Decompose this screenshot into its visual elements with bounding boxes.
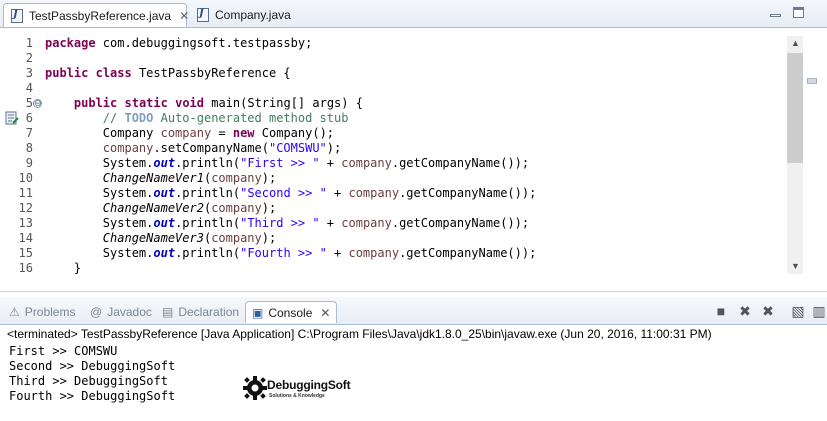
editor-tabbar: J TestPassbyReference.java ✕ J Company.j… (0, 0, 827, 28)
tab-problems[interactable]: ⚠ Problems (9, 301, 75, 323)
close-tab-icon[interactable]: ✕ (320, 306, 330, 320)
line-number: 16 (18, 261, 33, 275)
tab-testpassbyreference[interactable]: J TestPassbyReference.java ✕ (3, 3, 189, 27)
line-number: 13 (18, 216, 33, 230)
overview-marker[interactable] (807, 78, 817, 84)
view-tabbar: ⚠ Problems @ Javadoc ▤ Declaration ▣ Con… (0, 297, 827, 325)
code-line: Company company = new Company(); (45, 126, 335, 140)
remove-launch-icon[interactable]: ✖ (737, 303, 753, 319)
clear-console-icon[interactable]: ▧ (790, 303, 806, 319)
tab-console[interactable]: ▣ Console ✕ (245, 301, 338, 323)
code-line: } (45, 261, 82, 275)
console-output-line: First >> COMSWU (9, 344, 118, 358)
line-number: 10 (18, 171, 33, 185)
java-file-icon: J (197, 8, 209, 22)
remove-all-terminated-icon[interactable]: ✖ (760, 303, 776, 319)
javadoc-icon: @ (90, 305, 103, 319)
minimize-icon[interactable] (770, 14, 781, 17)
tab-label: Javadoc (107, 305, 152, 319)
code-line: System.out.println("First >> " + company… (45, 156, 530, 170)
task-marker-icon[interactable] (5, 111, 19, 125)
fold-collapse-icon[interactable]: ⊖ (33, 99, 42, 108)
code-editor: J TestPassbyReference.java ✕ J Company.j… (0, 0, 827, 292)
close-tab-icon[interactable]: ✕ (179, 9, 189, 23)
code-line: public class TestPassbyReference { (45, 66, 291, 80)
code-line: ChangeNameVer2(company); (102, 201, 277, 215)
tab-label: Declaration (178, 305, 240, 319)
problems-icon: ⚠ (9, 305, 20, 319)
code-line: company.setCompanyName("COMSWU"); (102, 141, 342, 155)
line-number: 2 (25, 51, 33, 65)
gear-icon (243, 376, 267, 400)
console-output-line: Fourth >> DebuggingSoft (9, 389, 176, 403)
declaration-icon: ▤ (162, 305, 174, 319)
line-number: 3 (25, 66, 33, 80)
watermark-logo: DebuggingSoft Solutions & Knowledge (243, 374, 351, 402)
console-icon: ▣ (252, 305, 264, 320)
editor-vertical-scrollbar[interactable]: ▲ ▼ (787, 36, 803, 274)
code-line: ChangeNameVer1(company); (102, 171, 277, 185)
code-line: public static void main(String[] args) { (73, 96, 363, 110)
line-number: 11 (18, 186, 33, 200)
tab-label: Console (268, 305, 313, 320)
line-number: 5 (25, 96, 33, 110)
line-number: 7 (25, 126, 33, 140)
maximize-icon[interactable] (793, 7, 804, 18)
code-line: // TODO Auto-generated method stub (102, 111, 349, 125)
tab-label: TestPassbyReference.java (29, 8, 172, 23)
line-number: 8 (25, 141, 33, 155)
line-number-gutter: 1 2 3 4 5 6 7 8 9 10 11 12 13 14 15 16 ⊖ (0, 36, 42, 276)
console-status: <terminated> TestPassbyReference [Java A… (7, 327, 712, 341)
line-number: 14 (18, 231, 33, 245)
scroll-up-icon[interactable]: ▲ (791, 38, 800, 48)
overview-ruler[interactable] (805, 36, 827, 274)
watermark-text: DebuggingSoft (267, 378, 351, 392)
code-line: System.out.println("Third >> " + company… (45, 216, 530, 230)
code-line: ChangeNameVer3(company); (102, 231, 277, 245)
line-number: 15 (18, 246, 33, 260)
console-output-line: Third >> DebuggingSoft (9, 374, 168, 388)
terminate-icon[interactable]: ■ (713, 303, 729, 319)
console-output-line: Second >> DebuggingSoft (9, 359, 176, 373)
line-number: 9 (25, 156, 33, 170)
tab-label: Problems (24, 305, 76, 319)
line-number: 1 (25, 36, 33, 50)
line-number: 12 (18, 201, 33, 215)
source-code[interactable]: package com.debuggingsoft.testpassby; pu… (45, 36, 785, 276)
code-line: System.out.println("Fourth >> " + compan… (45, 246, 537, 260)
scroll-down-icon[interactable]: ▼ (791, 261, 800, 271)
tab-javadoc[interactable]: @ Javadoc (90, 301, 152, 323)
scroll-lock-icon[interactable]: ▥ (811, 303, 827, 319)
tab-company[interactable]: J Company.java (190, 3, 310, 27)
tab-label: Company.java (215, 8, 291, 22)
scroll-thumb[interactable] (787, 53, 803, 163)
tab-declaration[interactable]: ▤ Declaration (162, 301, 239, 323)
java-file-icon: J (11, 8, 23, 23)
line-number: 4 (25, 81, 33, 95)
code-line: System.out.println("Second >> " + compan… (45, 186, 537, 200)
code-line: package com.debuggingsoft.testpassby; (45, 36, 313, 50)
watermark-tagline: Solutions & Knowledge (269, 393, 325, 399)
